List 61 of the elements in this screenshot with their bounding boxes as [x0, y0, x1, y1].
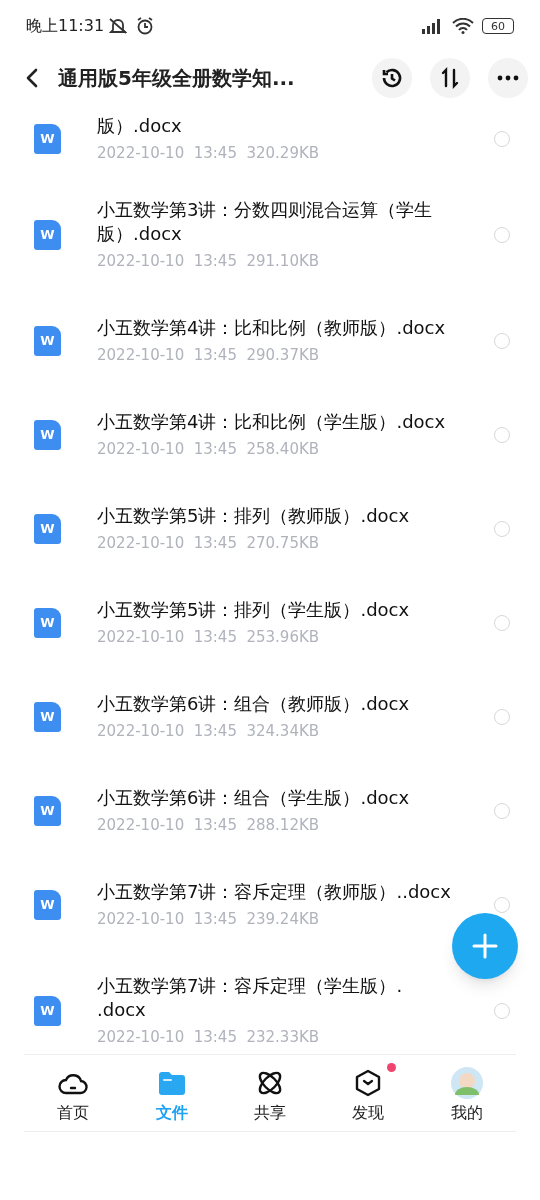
file-name: 小五数学第7讲：容斥定理（学生版）. .docx [97, 974, 404, 1022]
hexagon-clock-icon [354, 1069, 383, 1097]
file-meta: 2022-10-10 13:45 288.12KB [97, 815, 321, 836]
file-name: 小五数学第5讲：排列（教师版）.docx [97, 504, 411, 528]
more-icon [497, 75, 519, 81]
document-icon: W [34, 702, 61, 732]
file-row[interactable]: W 小五数学第4讲：比和比例（教师版）.docx 2022-10-10 13:45 290.37KB [0, 294, 540, 388]
nav-tab[interactable]: 发现 [319, 1067, 418, 1125]
document-icon: W [34, 608, 61, 638]
nav-tab[interactable]: 共享 [220, 1067, 320, 1125]
more-button[interactable] [488, 58, 528, 98]
file-name: 小五数学第4讲：比和比例（学生版）.docx [97, 410, 447, 434]
document-icon: W [34, 796, 61, 826]
file-name: 小五数学第4讲：比和比例（教师版）.docx [97, 316, 447, 340]
file-meta: 2022-10-10 13:45 253.96KB [97, 627, 321, 648]
document-icon: W [34, 326, 61, 356]
file-row[interactable]: W 小五数学第6讲：组合（学生版）.docx 2022-10-10 13:45 288.12KB [0, 764, 540, 858]
file-meta: 2022-10-10 13:45 290.37KB [97, 345, 321, 366]
file-meta: 2022-10-10 13:45 232.33KB [97, 1027, 321, 1048]
folder-icon [157, 1070, 186, 1096]
document-icon: W [34, 124, 61, 154]
file-row[interactable]: W 小五数学第5讲：排列（教师版）.docx 2022-10-10 13:45 270.75KB [0, 482, 540, 576]
add-button[interactable] [452, 913, 518, 979]
file-name: 小五数学第7讲：容斥定理（教师版）..docx [97, 880, 452, 904]
file-meta: 2022-10-10 13:45 258.40KB [97, 439, 321, 460]
file-row[interactable]: W 小五数学第3讲：分数四则混合运算（学生版）.docx 2022-10-10 13:45 291.10KB [0, 176, 540, 294]
sort-button[interactable] [430, 58, 470, 98]
file-name: 小五数学第6讲：组合（学生版）.docx [97, 786, 411, 810]
sort-icon [439, 67, 461, 89]
document-icon: W [34, 420, 61, 450]
file-row[interactable]: W 小五数学第4讲：比和比例（学生版）.docx 2022-10-10 13:45 258.40KB [0, 388, 540, 482]
battery-indicator: 60 [482, 18, 514, 34]
nav-tab[interactable]: 我的 [417, 1067, 517, 1125]
file-name: 小五数学第3讲：分数四则混合运算（学生版）.docx [97, 198, 434, 246]
history-button[interactable] [372, 58, 412, 98]
file-meta: 2022-10-10 13:45 239.24KB [97, 909, 321, 930]
file-row[interactable]: W 小五数学第5讲：排列（学生版）.docx 2022-10-10 13:45 253.96KB [0, 576, 540, 670]
file-name: 版）.docx [97, 114, 183, 138]
nav-tab[interactable]: 首页 [24, 1067, 123, 1125]
plus-icon [471, 932, 499, 960]
file-meta: 2022-10-10 13:45 291.10KB [97, 251, 321, 272]
file-row[interactable]: W 版）.docx 2022-10-10 13:45 320.29KB [0, 112, 540, 176]
history-icon [380, 66, 404, 90]
page-title: 通用版5年级全册数学知... [58, 65, 295, 92]
file-row[interactable]: W 小五数学第6讲：组合（教师版）.docx 2022-10-10 13:45 324.34KB [0, 670, 540, 764]
avatar-icon [450, 1067, 483, 1099]
file-meta: 2022-10-10 13:45 270.75KB [97, 533, 321, 554]
document-icon: W [34, 514, 61, 544]
alarm-icon [136, 17, 155, 35]
file-name: 小五数学第6讲：组合（教师版）.docx [97, 692, 411, 716]
document-icon: W [34, 220, 61, 250]
atom-icon [256, 1069, 284, 1097]
mute-icon [108, 17, 129, 35]
status-time: 晚上11:31 [26, 15, 105, 37]
file-meta: 2022-10-10 13:45 324.34KB [97, 721, 321, 742]
file-meta: 2022-10-10 13:45 320.29KB [97, 143, 321, 164]
document-icon: W [34, 890, 61, 920]
document-icon: W [34, 996, 61, 1026]
wifi-icon [452, 18, 474, 34]
file-name: 小五数学第5讲：排列（学生版）.docx [97, 598, 411, 622]
file-row[interactable]: W 小五数学第7讲：容斥定理（学生版）. .docx 2022-10-10 13:45 232.33KB [0, 952, 540, 1054]
